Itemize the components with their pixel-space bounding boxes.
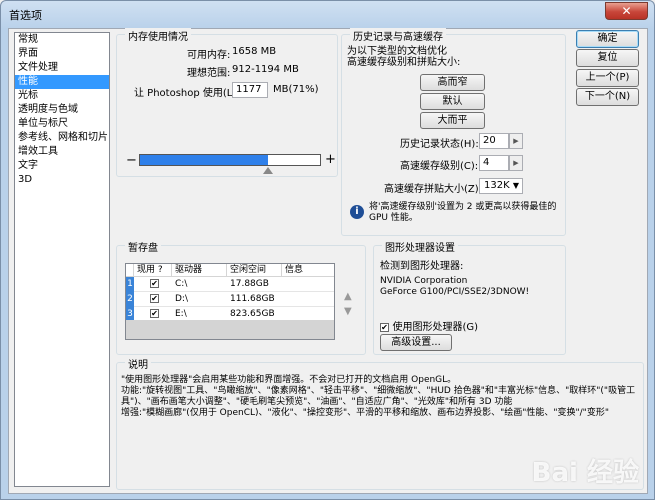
- history-states-spinner[interactable]: ▶: [509, 133, 523, 149]
- memory-slider-thumb[interactable]: [263, 167, 274, 174]
- category-item[interactable]: 光标: [15, 89, 109, 103]
- row-number: 1: [126, 276, 134, 292]
- free-space-cell: 111.68GB: [230, 294, 275, 304]
- category-item[interactable]: 参考线、网格和切片: [15, 131, 109, 145]
- big-flat-button[interactable]: 大而平: [420, 112, 485, 129]
- scratch-table-empty-area: [126, 320, 334, 339]
- photoshop-memory-input[interactable]: 1177: [232, 82, 268, 98]
- dialog-client: 常规 界面 文件处理 性能 光标 透明度与色域 单位与标尺 参考线、网格和切片 增效工具 文字 3D…: [8, 28, 648, 494]
- plus-sign: +: [325, 152, 336, 167]
- column-free-space: 空闲空间: [227, 264, 282, 276]
- gpu-settings-legend: 图形处理器设置: [382, 239, 458, 254]
- active-checkbox[interactable]: ✔: [134, 294, 172, 304]
- cache-levels-input[interactable]: 4: [479, 155, 509, 171]
- category-item[interactable]: 透明度与色域: [15, 103, 109, 117]
- category-item[interactable]: 文字: [15, 159, 109, 173]
- move-up-icon[interactable]: ▲: [344, 291, 352, 302]
- use-gpu-check[interactable]: ✔: [380, 323, 389, 332]
- scratch-table-header: 现用 ? 驱动器 空闲空间 信息: [126, 264, 334, 277]
- minus-sign: −: [126, 153, 137, 168]
- category-list[interactable]: 常规 界面 文件处理 性能 光标 透明度与色域 单位与标尺 参考线、网格和切片 增效工具 文字 3D: [14, 32, 110, 487]
- ideal-range-value: 912-1194 MB: [232, 64, 299, 75]
- column-drive: 驱动器: [172, 264, 227, 276]
- gpu-vendor: NVIDIA Corporation: [380, 276, 468, 286]
- history-states-input[interactable]: 20: [479, 133, 509, 149]
- description-text: "使用图形处理器"会启用某些功能和界面增强。不会对已打开的文档启用 OpenGL…: [121, 375, 636, 418]
- cache-tile-size-value: 132K: [484, 180, 510, 191]
- active-check[interactable]: ✔: [150, 309, 159, 318]
- preferences-window: 首选项 ✕ 常规 界面 文件处理 性能 光标 透明度与色域 单位与标尺 参考线、网格和切片 增效…: [0, 0, 655, 500]
- description-legend: 说明: [125, 356, 151, 371]
- column-info: 信息: [285, 265, 304, 275]
- scratch-disks-legend: 暂存盘: [125, 239, 161, 254]
- scratch-disk-row[interactable]: 1 ✔ C:\ 17.88GB: [126, 276, 334, 292]
- active-check[interactable]: ✔: [150, 294, 159, 303]
- column-active: 现用 ?: [134, 264, 172, 276]
- use-gpu-checkbox[interactable]: ✔ 使用图形处理器(G): [380, 318, 478, 333]
- free-space-cell: 17.88GB: [230, 279, 269, 289]
- category-item[interactable]: 文件处理: [15, 61, 109, 75]
- chevron-down-icon: ▼: [512, 181, 519, 190]
- move-down-icon[interactable]: ▼: [344, 306, 352, 317]
- cache-tile-size-label: 高速缓存拼贴大小(Z):: [384, 184, 483, 195]
- category-item[interactable]: 常规: [15, 33, 109, 47]
- category-item[interactable]: 3D: [15, 173, 109, 187]
- history-cache-legend: 历史记录与高速缓存: [350, 28, 446, 43]
- watermark-logo: Bai 经验: [531, 458, 639, 488]
- prev-button[interactable]: 上一个(P): [576, 69, 639, 87]
- category-item[interactable]: 增效工具: [15, 145, 109, 159]
- gpu-detected-label: 检测到图形处理器:: [380, 261, 464, 272]
- close-button[interactable]: ✕: [605, 2, 648, 20]
- active-checkbox[interactable]: ✔: [134, 309, 172, 319]
- scratch-table-body: 1 ✔ C:\ 17.88GB 2 ✔ D:\ 111.68GB 3 ✔ E:\ 823.65GB: [126, 276, 334, 322]
- active-check[interactable]: ✔: [150, 279, 159, 288]
- cache-levels-label: 高速缓存级别(C):: [400, 161, 479, 172]
- gpu-settings-group: 图形处理器设置 检测到图形处理器: NVIDIA Corporation GeF…: [373, 239, 566, 355]
- memory-slider-fill: [140, 155, 268, 165]
- history-cache-group: 历史记录与高速缓存 为以下类型的文档优化 高速缓存级别和拼贴大小: 高而窄 默认…: [341, 28, 566, 236]
- history-states-label: 历史记录状态(H):: [400, 139, 479, 150]
- window-title: 首选项: [9, 9, 42, 22]
- gpu-cache-info-text: 将'高速缓存级别'设置为 2 或更高以获得最佳的 GPU 性能。: [369, 202, 557, 223]
- ok-button[interactable]: 确定: [576, 30, 639, 48]
- category-item[interactable]: 界面: [15, 47, 109, 61]
- cache-levels-spinner[interactable]: ▶: [509, 155, 523, 171]
- ideal-range-label: 理想范围:: [187, 68, 231, 79]
- row-number: 2: [126, 291, 134, 307]
- memory-usage-group: 内存使用情况 可用内存: 1658 MB 理想范围: 912-1194 MB 让…: [116, 28, 338, 177]
- scratch-disk-row[interactable]: 2 ✔ D:\ 111.68GB: [126, 291, 334, 307]
- history-intro-text: 为以下类型的文档优化 高速缓存级别和拼贴大小:: [347, 46, 461, 68]
- drive-cell: E:\: [175, 309, 187, 319]
- cache-tile-size-select[interactable]: 132K ▼: [479, 178, 523, 194]
- reset-button[interactable]: 复位: [576, 49, 639, 67]
- photoshop-memory-label: 让 Photoshop 使用(L):: [134, 88, 240, 99]
- scratch-disks-table: 现用 ? 驱动器 空闲空间 信息 1 ✔ C:\ 17.88GB 2 ✔ D:\ 111.68…: [125, 263, 335, 340]
- free-space-cell: 823.65GB: [230, 309, 275, 319]
- memory-slider-track[interactable]: [139, 154, 321, 166]
- use-gpu-label: 使用图形处理器(G): [392, 322, 479, 333]
- memory-usage-legend: 内存使用情况: [125, 28, 191, 43]
- advanced-settings-button[interactable]: 高级设置...: [380, 334, 452, 351]
- info-icon: i: [350, 205, 364, 219]
- tall-narrow-button[interactable]: 高而窄: [420, 74, 485, 91]
- gpu-model: GeForce G100/PCI/SSE2/3DNOW!: [380, 287, 530, 297]
- category-item[interactable]: 性能: [15, 75, 109, 89]
- drive-cell: C:\: [175, 279, 188, 289]
- active-checkbox[interactable]: ✔: [134, 279, 172, 289]
- scratch-disks-group: 暂存盘 现用 ? 驱动器 空闲空间 信息 1 ✔ C:\ 17.88GB 2 ✔ D:\ 11…: [116, 239, 366, 355]
- category-item[interactable]: 单位与标尺: [15, 117, 109, 131]
- default-cache-button[interactable]: 默认: [420, 93, 485, 110]
- photoshop-memory-unit: MB(71%): [273, 84, 319, 95]
- available-memory-label: 可用内存:: [187, 50, 231, 61]
- available-memory-value: 1658 MB: [232, 46, 277, 57]
- title-bar: 首选项 ✕: [1, 1, 654, 28]
- drive-cell: D:\: [175, 294, 188, 304]
- next-button[interactable]: 下一个(N): [576, 88, 639, 106]
